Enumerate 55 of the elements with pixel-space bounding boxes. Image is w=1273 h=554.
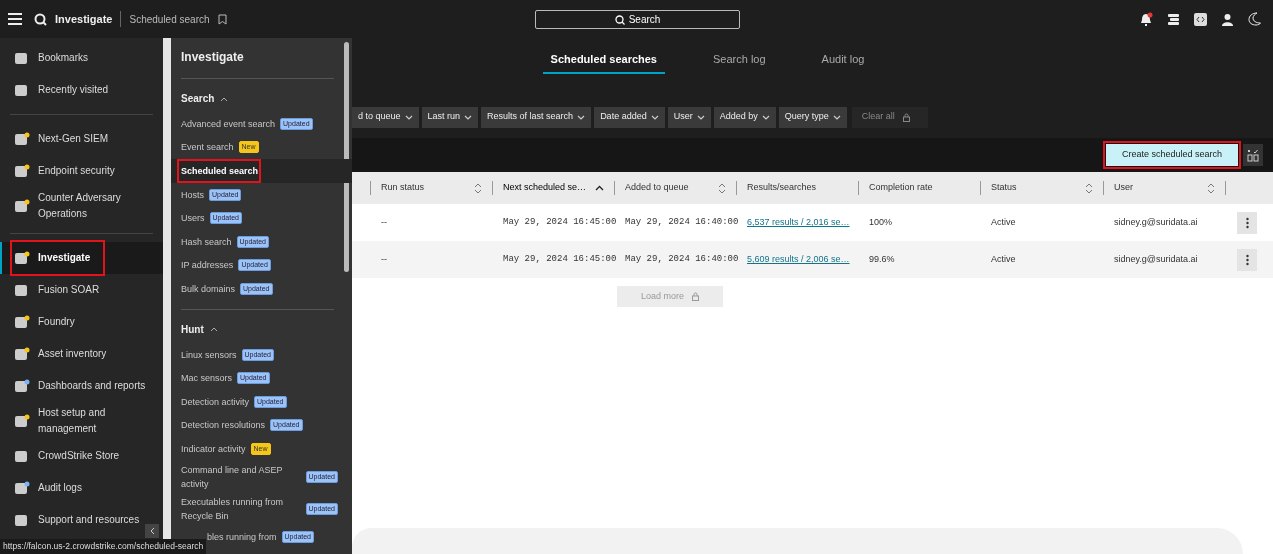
filter-dropdown[interactable]: Date added (594, 106, 665, 128)
nav-item[interactable]: Recently visited (0, 74, 163, 106)
nav-item[interactable]: Asset inventory (0, 338, 163, 370)
filter-dropdown[interactable]: Query type (778, 106, 847, 128)
table-cell-text: -- (380, 215, 388, 229)
nav-item[interactable]: Investigate (0, 242, 163, 274)
column-header[interactable]: Completion rate (858, 181, 980, 195)
column-header[interactable]: User (1103, 181, 1225, 195)
filter-dropdown[interactable]: Added by (713, 106, 776, 128)
nav-item[interactable]: Fusion SOAR (0, 274, 163, 306)
filter-dropdown[interactable]: Last run (421, 106, 479, 128)
table-cell-text: Active (990, 215, 1017, 229)
nav-item[interactable]: Dashboards and reports (0, 370, 163, 402)
table-cell-text: 99.6% (868, 252, 896, 266)
nav-item[interactable]: Bookmarks (0, 42, 163, 74)
column-header[interactable]: Status (980, 181, 1103, 195)
nav-item[interactable]: Counter Adversary Operations (0, 187, 163, 225)
filter-dropdown[interactable]: User (667, 106, 711, 128)
nav-item[interactable]: CrowdStrike Store (0, 440, 163, 472)
table-cell-text: Active (990, 252, 1017, 266)
clear-all-button[interactable]: Clear all (851, 106, 928, 128)
column-header[interactable]: Results/searches (736, 181, 858, 195)
section-header[interactable]: Hunt (171, 309, 352, 343)
nav-item[interactable]: Support and resources (0, 504, 163, 536)
table-cell-text: May 29, 2024 16:40:00 (624, 215, 736, 229)
table-cell-text: May 29, 2024 16:45:00 (502, 215, 614, 229)
table-cell-text: sidney.g@suridata.ai (1113, 215, 1199, 229)
tab[interactable]: Scheduled searches (542, 46, 665, 74)
column-header[interactable]: Run status (370, 181, 492, 195)
page-title: Scheduled search (129, 12, 210, 27)
column-header[interactable]: Next scheduled se… (492, 181, 614, 195)
results-link[interactable]: 5,609 results / 2,006 se… (747, 253, 850, 264)
tab[interactable]: Audit log (813, 46, 873, 74)
search-field[interactable]: Search (535, 10, 740, 29)
table-cell-text: -- (380, 252, 388, 266)
create-button[interactable]: Create scheduled search (1106, 144, 1238, 166)
nav-item[interactable]: Endpoint security (0, 155, 163, 187)
column-header[interactable]: Added to queue (614, 181, 736, 195)
nav-item[interactable]: Next-Gen SIEM (0, 123, 163, 155)
app-title: Investigate (55, 11, 113, 27)
table-cell-text: May 29, 2024 16:40:00 (624, 252, 736, 266)
menu-item[interactable]: Scheduled search (171, 159, 352, 183)
table-cell-text: 100% (868, 215, 894, 229)
filter-dropdown[interactable]: Results of last search (481, 106, 592, 128)
nav-item[interactable]: Foundry (0, 306, 163, 338)
results-link[interactable]: 6,537 results / 2,016 se… (747, 216, 850, 227)
url-tooltip: https://falcon.us-2.crowdstrike.com/scheduled-search (0, 539, 207, 554)
panel-title: Investigate (181, 38, 334, 79)
nav-item[interactable]: Audit logs (0, 472, 163, 504)
section-header[interactable]: Search (171, 79, 352, 112)
table-cell-text: May 29, 2024 16:45:00 (502, 252, 614, 266)
filter-dropdown[interactable]: d to queue (352, 106, 419, 128)
nav-item[interactable]: Host setup and management (0, 402, 163, 440)
table-cell-text: sidney.g@suridata.ai (1113, 252, 1199, 266)
tab[interactable]: Search log (705, 46, 774, 74)
